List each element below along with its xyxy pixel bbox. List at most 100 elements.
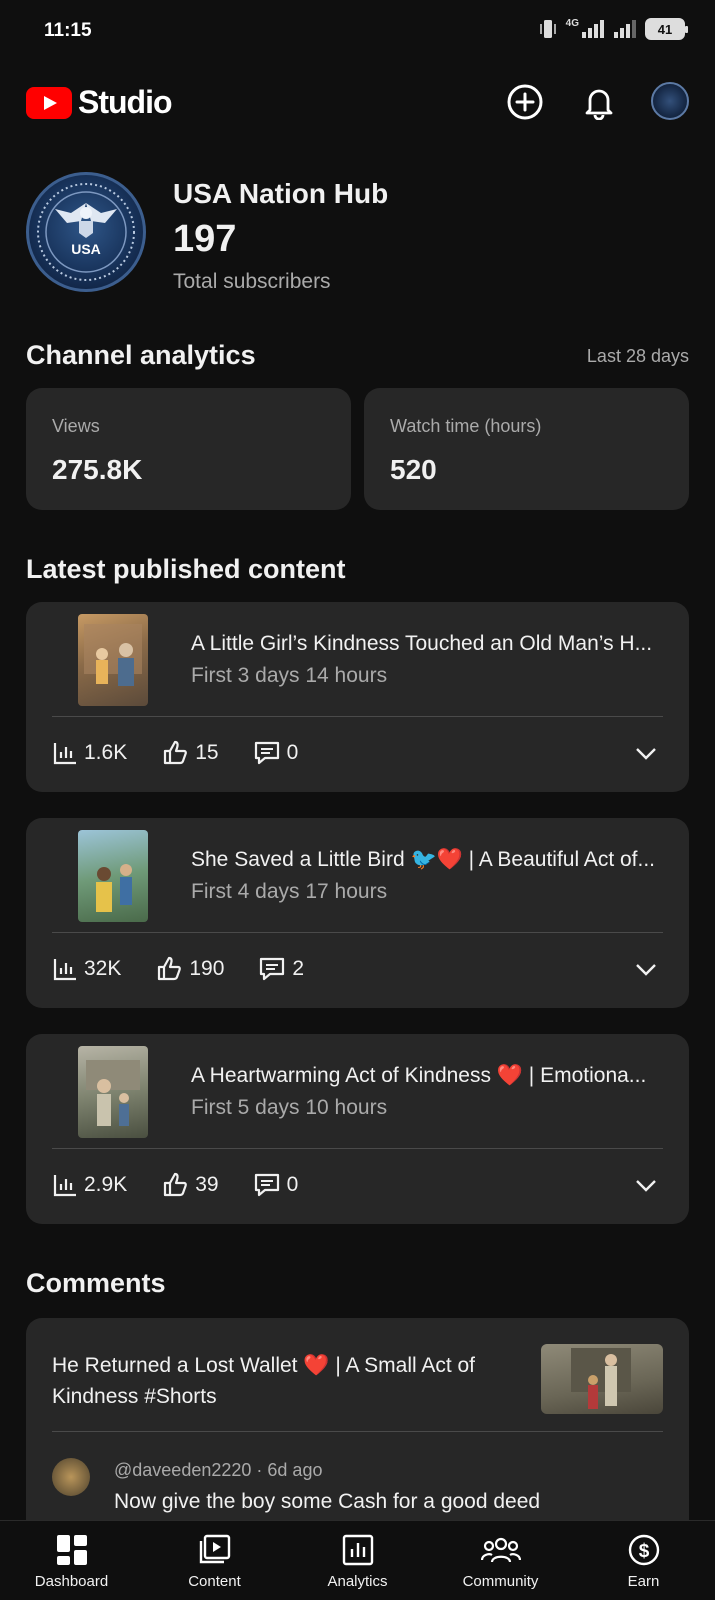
views-metric: 2.9K xyxy=(52,1172,127,1198)
bell-icon xyxy=(585,89,613,120)
content-card[interactable]: She Saved a Little Bird 🐦❤️ | A Beautifu… xyxy=(26,818,689,1008)
views-metric: 1.6K xyxy=(52,740,127,766)
likes-metric: 39 xyxy=(161,1171,219,1199)
video-age: First 5 days 10 hours xyxy=(191,1096,388,1119)
add-circle-icon xyxy=(507,84,543,120)
youtube-logo-icon xyxy=(26,86,72,119)
views-card[interactable]: Views 275.8K xyxy=(26,388,351,510)
notifications-button[interactable] xyxy=(579,82,619,122)
views-count: 32K xyxy=(84,957,122,980)
views-count: 1.6K xyxy=(84,741,128,764)
nav-label: Analytics xyxy=(327,1573,388,1590)
commenter-avatar[interactable] xyxy=(52,1458,90,1496)
thumbnail-art xyxy=(96,864,132,912)
video-metrics: 1.6K 15 0 xyxy=(52,738,332,768)
subscriber-count: 197 xyxy=(173,218,237,260)
studio-logo[interactable]: Studio xyxy=(26,84,173,121)
content-card[interactable]: A Heartwarming Act of Kindness ❤️ | Emot… xyxy=(26,1034,689,1224)
account-avatar[interactable] xyxy=(651,82,689,120)
network-type: 4G xyxy=(565,18,579,29)
chevron-down-icon[interactable] xyxy=(633,956,659,982)
video-title: She Saved a Little Bird 🐦❤️ | A Beautifu… xyxy=(191,848,655,871)
comments-count: 0 xyxy=(286,741,299,764)
video-thumbnail[interactable] xyxy=(78,1046,148,1138)
channel-name: USA Nation Hub xyxy=(173,178,389,209)
nav-earn[interactable]: $ Earn xyxy=(572,1521,715,1600)
nav-label: Earn xyxy=(627,1573,660,1590)
divider xyxy=(52,1431,663,1432)
thumb-up-icon xyxy=(158,956,182,981)
comment-video-title: He Returned a Lost Wallet ❤️ | A Small A… xyxy=(52,1354,476,1408)
thumbnail-art xyxy=(84,624,142,686)
comment-text: Now give the boy some Cash for a good de… xyxy=(114,1490,541,1513)
subscriber-label: Total subscribers xyxy=(173,270,331,293)
chevron-down-icon[interactable] xyxy=(633,740,659,766)
analytics-title: Channel analytics xyxy=(26,340,256,370)
video-age: First 4 days 17 hours xyxy=(191,880,388,903)
divider xyxy=(52,1148,663,1149)
thumb-up-icon xyxy=(164,1172,188,1197)
video-thumbnail[interactable] xyxy=(78,614,148,706)
views-label: Views xyxy=(52,416,100,436)
comment-icon xyxy=(260,957,285,981)
nav-label: Community xyxy=(462,1573,539,1590)
bar-chart-icon xyxy=(53,959,76,981)
brand-name: Studio xyxy=(78,84,173,120)
analytics-icon xyxy=(342,1534,373,1566)
signal-icon-2 xyxy=(614,20,636,38)
comments-count: 2 xyxy=(292,957,305,980)
comment-time: 6d ago xyxy=(267,1460,323,1480)
channel-header: USA USA Nation Hub 197 Total subscribers xyxy=(26,170,689,300)
video-thumbnail[interactable] xyxy=(78,830,148,922)
status-time: 11:15 xyxy=(44,20,92,41)
content-card[interactable]: A Little Girl’s Kindness Touched an Old … xyxy=(26,602,689,792)
eagle-emblem-icon xyxy=(37,183,135,281)
status-icons: 4G 41 xyxy=(538,18,688,40)
earn-icon: $ xyxy=(628,1534,659,1566)
comments-metric: 0 xyxy=(253,739,299,767)
comment-video-thumbnail[interactable] xyxy=(541,1344,663,1414)
likes-count: 15 xyxy=(195,741,219,764)
nav-analytics[interactable]: Analytics xyxy=(286,1521,429,1600)
battery-icon: 41 xyxy=(645,18,688,40)
thumbnail-art xyxy=(571,1348,631,1409)
community-icon xyxy=(480,1537,521,1563)
video-age: First 3 days 14 hours xyxy=(191,664,388,687)
views-value: 275.8K xyxy=(52,454,143,485)
analytics-period: Last 28 days xyxy=(586,346,689,366)
signal-icon xyxy=(582,20,604,38)
app-bar: Studio xyxy=(0,76,715,130)
chevron-down-icon[interactable] xyxy=(633,1172,659,1198)
comments-count: 0 xyxy=(286,1173,299,1196)
nav-label: Content xyxy=(188,1573,241,1590)
likes-count: 39 xyxy=(195,1173,219,1196)
video-title: A Heartwarming Act of Kindness ❤️ | Emot… xyxy=(191,1064,647,1087)
create-button[interactable] xyxy=(505,82,545,122)
watch-time-value: 520 xyxy=(390,454,437,485)
battery-level: 41 xyxy=(657,21,673,37)
nav-content[interactable]: Content xyxy=(143,1521,286,1600)
comments-title: Comments xyxy=(26,1268,166,1298)
comment-author[interactable]: @daveeden2220 xyxy=(114,1460,251,1480)
comments-metric: 2 xyxy=(258,955,304,983)
video-title: A Little Girl’s Kindness Touched an Old … xyxy=(191,632,653,655)
video-metrics: 2.9K 39 0 xyxy=(52,1170,332,1200)
thumbnail-art xyxy=(86,1060,140,1126)
dashboard-icon xyxy=(56,1535,87,1565)
bar-chart-icon xyxy=(53,1175,76,1197)
svg-text:$: $ xyxy=(638,1541,649,1562)
watch-time-card[interactable]: Watch time (hours) 520 xyxy=(364,388,689,510)
nav-community[interactable]: Community xyxy=(429,1521,572,1600)
latest-content-title: Latest published content xyxy=(26,554,346,584)
nav-dashboard[interactable]: Dashboard xyxy=(0,1521,143,1600)
likes-metric: 15 xyxy=(161,739,219,767)
likes-metric: 190 xyxy=(155,955,224,983)
video-metrics: 32K 190 2 xyxy=(52,954,338,984)
vibrate-icon xyxy=(539,20,556,38)
comment-icon xyxy=(254,1173,279,1197)
watch-time-label: Watch time (hours) xyxy=(390,416,542,436)
channel-avatar[interactable]: USA xyxy=(26,172,146,292)
meta-separator: · xyxy=(256,1460,268,1480)
comment-meta: @daveeden2220 · 6d ago xyxy=(114,1460,322,1481)
comment-icon xyxy=(254,741,279,765)
